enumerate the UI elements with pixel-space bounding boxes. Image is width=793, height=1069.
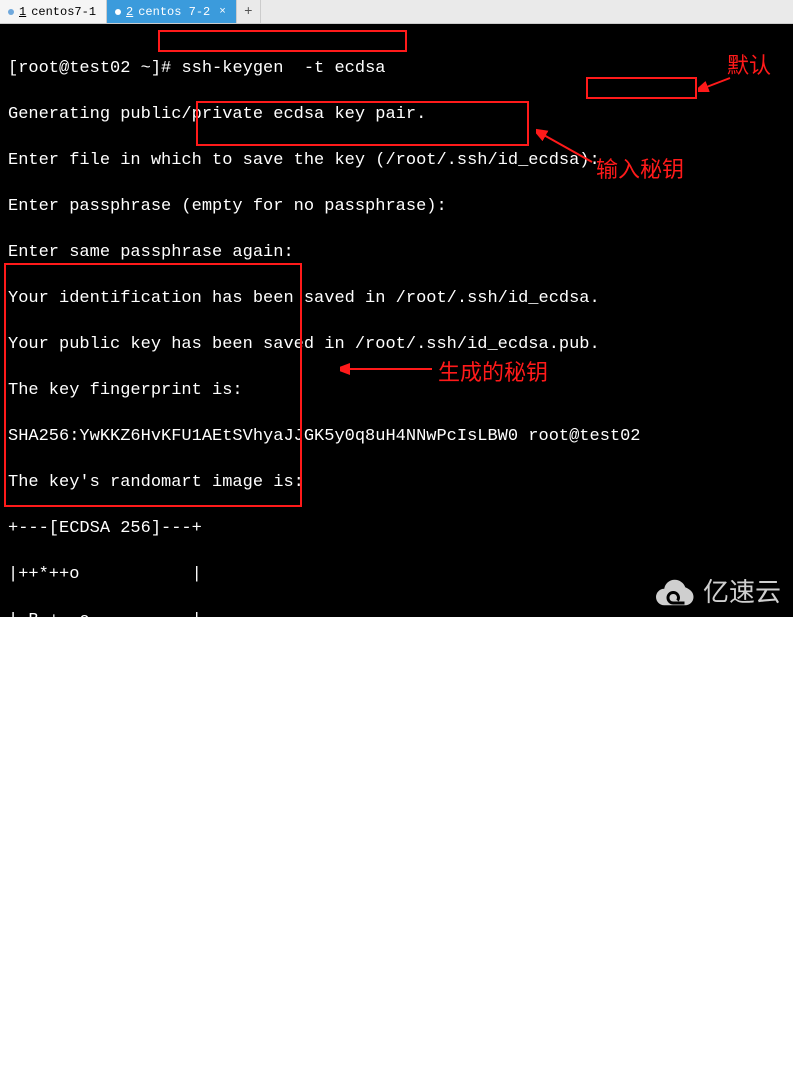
terminal-line: Your identification has been saved in /r… — [8, 287, 785, 310]
terminal-line: Enter passphrase (empty for no passphras… — [8, 195, 785, 218]
plus-icon: + — [244, 4, 252, 20]
status-dot-icon — [115, 9, 121, 15]
randomart-line: +----[SHA256]-----+ — [8, 977, 785, 1000]
tab-label: centos7-1 — [31, 5, 96, 19]
command-text: ssh-keygen -t ecdsa — [181, 59, 385, 78]
terminal-pane[interactable]: [root@test02 ~]# ssh-keygen -t ecdsa Gen… — [0, 24, 793, 617]
tab-num: 2 — [126, 5, 133, 19]
terminal-line: Enter file in which to save the key (/ro… — [8, 149, 785, 172]
new-tab-button[interactable]: + — [237, 0, 261, 23]
terminal-line: The key fingerprint is: — [8, 379, 785, 402]
randomart-line: |+ E . . | — [8, 655, 785, 678]
randomart-line: |.oB.+ | — [8, 839, 785, 862]
terminal-line: [root@test02 ~]# — [8, 1023, 785, 1046]
watermark: 亿速云 — [651, 572, 781, 609]
tab-bar: 1 centos7-1 2 centos 7-2 × + — [0, 0, 793, 24]
prompt: [root@test02 ~]# — [8, 59, 181, 78]
tab-label: centos 7-2 — [138, 5, 210, 19]
status-dot-icon — [8, 9, 14, 15]
tab-centos7-1[interactable]: 1 centos7-1 — [0, 0, 107, 23]
watermark-text: 亿速云 — [703, 572, 781, 609]
terminal-line: Generating public/private ecdsa key pair… — [8, 103, 785, 126]
randomart-line: |*o* . | — [8, 931, 785, 954]
randomart-line: | *+=.. o . | — [8, 793, 785, 816]
randomart-line: |oo*o. . S | — [8, 747, 785, 770]
randomart-line: |=B + o | — [8, 885, 785, 908]
cloud-icon — [651, 576, 697, 606]
terminal-line: SHA256:YwKKZ6HvKFU1AEtSVhyaJJGK5y0q8uH4N… — [8, 425, 785, 448]
tab-centos7-2[interactable]: 2 centos 7-2 × — [107, 0, 237, 23]
randomart-line: |o=.o.. | — [8, 701, 785, 724]
randomart-line: |.B +. o | — [8, 609, 785, 632]
cursor-icon — [181, 1024, 191, 1041]
terminal-line: Your public key has been saved in /root/… — [8, 333, 785, 356]
close-icon[interactable]: × — [219, 6, 226, 18]
terminal-line: Enter same passphrase again: — [8, 241, 785, 264]
terminal-line: The key's randomart image is: — [8, 471, 785, 494]
terminal-line: [root@test02 ~]# ssh-keygen -t ecdsa — [8, 57, 785, 80]
prompt: [root@test02 ~]# — [8, 1025, 181, 1044]
tab-num: 1 — [19, 5, 26, 19]
randomart-line: +---[ECDSA 256]---+ — [8, 517, 785, 540]
